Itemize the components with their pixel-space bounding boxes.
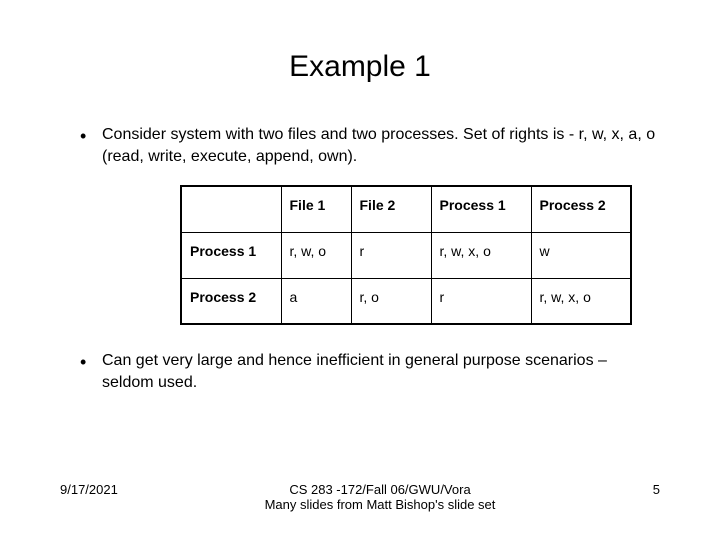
bullet-list-2: Can get very large and hence inefficient… (80, 350, 660, 393)
table-header-row: File 1 File 2 Process 1 Process 2 (181, 186, 631, 232)
table-row: Process 1 r, w, o r r, w, x, o w (181, 232, 631, 278)
footer-center: CS 283 -172/Fall 06/GWU/Vora Many slides… (140, 482, 620, 512)
row-label: Process 1 (181, 232, 281, 278)
cell: r (351, 232, 431, 278)
bullet-item-1: Consider system with two files and two p… (80, 124, 660, 167)
slide: Example 1 Consider system with two files… (0, 0, 720, 540)
table: File 1 File 2 Process 1 Process 2 Proces… (180, 185, 632, 325)
cell: r, w, x, o (531, 278, 631, 324)
header-process1: Process 1 (431, 186, 531, 232)
footer-line2: Many slides from Matt Bishop's slide set (140, 497, 620, 512)
cell: r, o (351, 278, 431, 324)
header-blank (181, 186, 281, 232)
header-file2: File 2 (351, 186, 431, 232)
cell: r, w, x, o (431, 232, 531, 278)
cell: w (531, 232, 631, 278)
footer-line1: CS 283 -172/Fall 06/GWU/Vora (140, 482, 620, 497)
footer: 9/17/2021 CS 283 -172/Fall 06/GWU/Vora M… (0, 482, 720, 512)
cell: r, w, o (281, 232, 351, 278)
footer-page-number: 5 (620, 482, 660, 497)
slide-title: Example 1 (60, 50, 660, 84)
cell: r (431, 278, 531, 324)
table-row: Process 2 a r, o r r, w, x, o (181, 278, 631, 324)
row-label: Process 2 (181, 278, 281, 324)
header-file1: File 1 (281, 186, 351, 232)
bullet-item-2: Can get very large and hence inefficient… (80, 350, 660, 393)
footer-date: 9/17/2021 (60, 482, 140, 497)
cell: a (281, 278, 351, 324)
header-process2: Process 2 (531, 186, 631, 232)
access-matrix-table: File 1 File 2 Process 1 Process 2 Proces… (180, 185, 660, 325)
bullet-list: Consider system with two files and two p… (80, 124, 660, 167)
